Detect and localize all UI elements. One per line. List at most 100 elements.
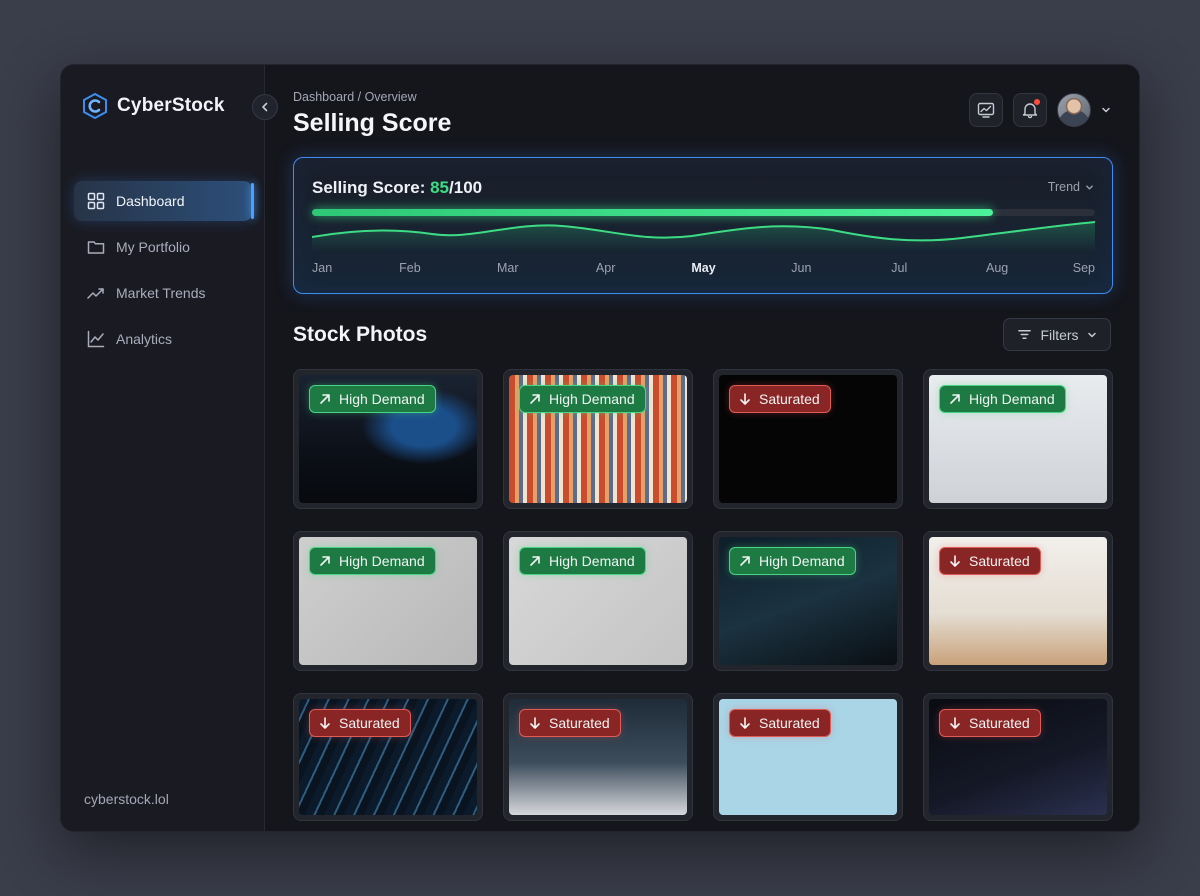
photo-thumbnail[interactable]: Saturated <box>929 537 1107 665</box>
top-actions <box>969 93 1111 127</box>
score-value: 85 <box>430 178 450 197</box>
month-label: Aug <box>986 261 1009 275</box>
breadcrumb[interactable]: Dashboard / Overview <box>293 90 417 104</box>
badge-label: Saturated <box>549 715 610 731</box>
brand[interactable]: CyberStock <box>83 93 225 119</box>
arrow-up-right-icon <box>528 554 542 568</box>
badge-label: High Demand <box>759 553 845 569</box>
brand-name: CyberStock <box>117 95 225 116</box>
photo-thumbnail[interactable]: High Demand <box>299 375 477 503</box>
saturated-badge: Saturated <box>939 547 1041 575</box>
month-label: Jun <box>791 261 812 275</box>
saturated-badge: Saturated <box>729 709 831 737</box>
arrow-down-icon <box>528 716 542 730</box>
sidebar-item-label: Dashboard <box>116 193 185 209</box>
photo-thumbnail[interactable]: Saturated <box>509 699 687 815</box>
sidebar-item-label: Analytics <box>116 331 173 347</box>
score-progress-fill <box>312 209 994 216</box>
footer-url[interactable]: cyberstock.lol <box>84 791 169 807</box>
sidebar-item-label: Market Trends <box>116 285 206 301</box>
avatar[interactable] <box>1057 93 1091 127</box>
filters-button[interactable]: Filters <box>1003 318 1111 351</box>
saturated-badge: Saturated <box>309 709 411 737</box>
month-label: Mar <box>496 261 519 275</box>
stock-photos-title: Stock Photos <box>293 323 428 346</box>
photo-thumbnail[interactable]: High Demand <box>509 375 687 503</box>
photo-thumbnail[interactable]: Saturated <box>299 699 477 815</box>
trend-label: Trend <box>1047 180 1080 194</box>
high-demand-badge: High Demand <box>519 385 646 413</box>
month-label: Jul <box>891 261 908 275</box>
arrow-down-icon <box>318 716 332 730</box>
chart-button[interactable] <box>969 93 1003 127</box>
arrow-down-icon <box>948 716 962 730</box>
month-label: Feb <box>399 261 421 275</box>
filters-label: Filters <box>1040 326 1079 343</box>
month-label: Sep <box>1072 261 1095 275</box>
stock-photo-card[interactable]: High Demand <box>293 369 483 509</box>
stock-photo-card[interactable]: High Demand <box>503 369 693 509</box>
score-title: Selling Score: 85/100 <box>312 178 482 198</box>
badge-label: High Demand <box>549 391 635 407</box>
stock-photo-card[interactable]: High Demand <box>503 531 693 671</box>
stock-photo-card[interactable]: Saturated <box>713 693 903 821</box>
notification-dot <box>1034 99 1040 105</box>
saturated-badge: Saturated <box>939 709 1041 737</box>
chevron-left-icon <box>262 102 268 112</box>
photo-thumbnail[interactable]: Saturated <box>929 699 1107 815</box>
stock-photo-card[interactable]: High Demand <box>713 531 903 671</box>
stock-photo-card[interactable]: Saturated <box>503 693 693 821</box>
high-demand-badge: High Demand <box>309 547 436 575</box>
notifications-button[interactable] <box>1013 93 1047 127</box>
sidebar-item-label: My Portfolio <box>116 239 190 255</box>
photo-thumbnail[interactable]: High Demand <box>509 537 687 665</box>
chevron-down-icon[interactable] <box>1101 105 1111 115</box>
stock-photo-card[interactable]: High Demand <box>293 531 483 671</box>
month-label: Apr <box>595 261 616 275</box>
sidebar-item-my-portfolio[interactable]: My Portfolio <box>74 227 252 267</box>
photo-thumbnail[interactable]: High Demand <box>719 537 897 665</box>
arrow-up-right-icon <box>948 392 962 406</box>
month-axis: Jan Feb Mar Apr May Jun Jul Aug Sep <box>312 261 1095 277</box>
folder-icon <box>87 238 105 256</box>
score-trend-wave <box>312 221 1095 252</box>
badge-label: High Demand <box>339 553 425 569</box>
high-demand-badge: High Demand <box>729 547 856 575</box>
arrow-up-right-icon <box>318 554 332 568</box>
photo-thumbnail[interactable]: High Demand <box>929 375 1107 503</box>
sidebar: CyberStock Dashboard My Portfolio Market… <box>61 65 265 831</box>
filter-icon <box>1018 330 1032 339</box>
chevron-down-icon <box>1087 332 1096 337</box>
high-demand-badge: High Demand <box>939 385 1066 413</box>
trend-dropdown[interactable]: Trend <box>1048 180 1094 194</box>
stock-photo-card[interactable]: Saturated <box>293 693 483 821</box>
score-max: /100 <box>449 178 483 197</box>
sidebar-item-analytics[interactable]: Analytics <box>74 319 252 359</box>
photo-thumbnail[interactable]: Saturated <box>719 699 897 815</box>
arrow-up-right-icon <box>738 554 752 568</box>
collapse-sidebar-button[interactable] <box>252 94 278 120</box>
month-label: Jan <box>312 261 333 275</box>
stock-photo-card[interactable]: Saturated <box>713 369 903 509</box>
line-chart-icon <box>87 330 105 348</box>
badge-label: Saturated <box>339 715 400 731</box>
saturated-badge: Saturated <box>519 709 621 737</box>
photo-thumbnail[interactable]: High Demand <box>299 537 477 665</box>
sidebar-item-dashboard[interactable]: Dashboard <box>74 181 254 221</box>
trend-up-icon <box>87 284 105 302</box>
selling-score-card: Selling Score: 85/100 Trend Jan Feb Mar … <box>293 157 1113 294</box>
score-progress-track <box>312 209 1095 216</box>
photo-thumbnail[interactable]: Saturated <box>719 375 897 503</box>
arrow-down-icon <box>738 716 752 730</box>
stock-photo-card[interactable]: Saturated <box>923 693 1113 821</box>
saturated-badge: Saturated <box>729 385 831 413</box>
score-label: Selling Score: <box>312 178 431 197</box>
arrow-up-right-icon <box>318 392 332 406</box>
stock-photo-card[interactable]: Saturated <box>923 531 1113 671</box>
app-window: CyberStock Dashboard My Portfolio Market… <box>60 64 1140 832</box>
arrow-up-right-icon <box>528 392 542 406</box>
grid-icon <box>87 192 105 210</box>
main-content: Dashboard / Overview Selling Score Selli… <box>265 65 1139 831</box>
stock-photo-card[interactable]: High Demand <box>923 369 1113 509</box>
sidebar-item-market-trends[interactable]: Market Trends <box>74 273 252 313</box>
